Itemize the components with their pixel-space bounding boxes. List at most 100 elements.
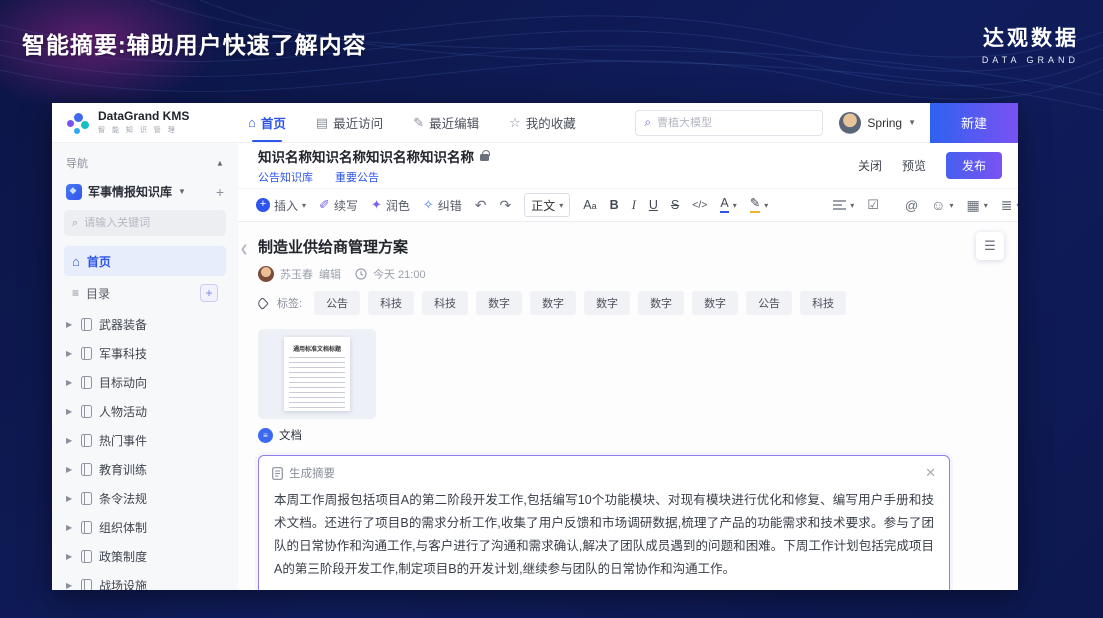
insert-menu-button[interactable]: + 插入 ▾ <box>256 197 306 214</box>
panel-collapse-handle[interactable]: ❮ <box>240 244 248 255</box>
expand-caret-icon[interactable]: ▶ <box>66 436 74 445</box>
ai-correct-button[interactable]: ✧ 纠错 <box>423 197 462 214</box>
home-icon: ⌂ <box>72 254 80 269</box>
close-button[interactable]: 关闭 <box>858 157 882 174</box>
ai-polish-button[interactable]: ✦ 润色 <box>371 197 410 214</box>
tree-item[interactable]: ▶ 教育训练 <box>64 455 226 484</box>
sidebar: 导航 ▼ 军事情报知识库 ▼ + ⌕ ⌂ 首页 ≡ <box>52 143 238 590</box>
align-button[interactable]: ▾ <box>833 199 854 211</box>
publish-button[interactable]: 发布 <box>946 152 1002 179</box>
doc-header: 知识名称知识名称知识名称知识名称 公告知识库重要公告 关闭 预览 发布 <box>238 143 1018 189</box>
doc-breadcrumb-links: 公告知识库 重要公告 <box>258 169 489 185</box>
expand-caret-icon[interactable]: ▶ <box>66 320 74 329</box>
bold-button[interactable]: B <box>610 198 619 212</box>
font-size-button[interactable]: Aa <box>583 198 596 212</box>
tree-item-label: 政策制度 <box>99 548 147 565</box>
global-search[interactable]: ⌕ <box>635 110 823 136</box>
expand-caret-icon[interactable]: ▶ <box>66 349 74 358</box>
strikethrough-button[interactable]: S <box>671 198 679 212</box>
tree-item[interactable]: ▶ 人物活动 <box>64 397 226 426</box>
book-icon <box>81 376 92 389</box>
more-tools-button[interactable]: ≣ ▾ <box>1001 197 1018 214</box>
table-button[interactable]: ▦ ▾ <box>966 197 987 214</box>
code-button[interactable]: </> <box>692 199 707 211</box>
expand-caret-icon[interactable]: ▶ <box>66 494 74 503</box>
sidebar-item-catalog[interactable]: ≡ 目录 + <box>64 278 226 308</box>
tree-item[interactable]: ▶ 目标动向 <box>64 368 226 397</box>
chevron-down-icon: ▾ <box>302 201 306 210</box>
italic-button[interactable]: I <box>632 198 636 213</box>
tree-item-label: 战场设施 <box>99 577 147 590</box>
task-checkbox-icon[interactable]: ☑ <box>867 197 879 213</box>
underline-button[interactable]: U <box>649 198 658 212</box>
new-button[interactable]: 新建 <box>930 103 1018 143</box>
ai-continue-button[interactable]: ✐ 续写 <box>319 197 358 214</box>
tag-chip[interactable]: 公告 <box>314 291 360 315</box>
chevron-down-icon: ▾ <box>1016 201 1018 210</box>
correct-label: 纠错 <box>438 197 462 214</box>
nav-item[interactable]: ☆ 我的收藏 <box>509 103 576 142</box>
add-knowledge-base-button[interactable]: + <box>216 184 224 200</box>
tag-chip[interactable]: 数字 <box>476 291 522 315</box>
tree-item[interactable]: ▶ 条令法规 <box>64 484 226 513</box>
expand-caret-icon[interactable]: ▶ <box>66 407 74 416</box>
nav-item[interactable]: ⌂ 首页 <box>248 103 286 142</box>
chevron-down-icon: ▾ <box>559 201 563 210</box>
sidebar-item-home[interactable]: ⌂ 首页 <box>64 246 226 276</box>
tag-list: 公告科技科技数字数字数字数字数字公告科技 <box>314 291 846 315</box>
tag-chip[interactable]: 数字 <box>638 291 684 315</box>
catalog-tree: ▶ 武器装备 ▶ 军事科技 ▶ <box>64 310 226 590</box>
undo-button[interactable]: ↶ <box>475 197 487 214</box>
nav-item[interactable]: ✎ 最近编辑 <box>413 103 479 142</box>
tree-item[interactable]: ▶ 武器装备 <box>64 310 226 339</box>
book-icon <box>81 318 92 331</box>
preview-button[interactable]: 预览 <box>902 157 926 174</box>
sidebar-search[interactable]: ⌕ <box>64 210 226 236</box>
attachment-thumbnail[interactable]: 通用标准文档标题 <box>258 329 376 419</box>
editor-area[interactable]: ❮ ☰ 制造业供给商管理方案 苏玉春 编辑 今天 21:00 <box>238 222 1018 590</box>
emoji-button[interactable]: ☺ ▾ <box>931 197 953 213</box>
user-menu[interactable]: Spring ▼ <box>839 112 916 134</box>
expand-caret-icon[interactable]: ▶ <box>66 523 74 532</box>
redo-button[interactable]: ↷ <box>500 197 512 214</box>
tag-chip[interactable]: 数字 <box>530 291 576 315</box>
font-color-button[interactable]: A ▾ <box>720 197 736 214</box>
tag-chip[interactable]: 数字 <box>584 291 630 315</box>
tree-item[interactable]: ▶ 热门事件 <box>64 426 226 455</box>
expand-caret-icon[interactable]: ▶ <box>66 465 74 474</box>
add-catalog-button[interactable]: + <box>200 284 218 302</box>
plus-circle-icon: + <box>256 198 270 212</box>
sidebar-search-input[interactable] <box>84 217 204 229</box>
sidebar-catalog-label: 目录 <box>86 285 110 302</box>
tag-chip[interactable]: 公告 <box>746 291 792 315</box>
tag-chip[interactable]: 科技 <box>368 291 414 315</box>
author-action: 编辑 <box>319 266 341 282</box>
tree-item[interactable]: ▶ 军事科技 <box>64 339 226 368</box>
outline-toggle-button[interactable]: ☰ <box>976 232 1004 260</box>
tree-item[interactable]: ▶ 战场设施 <box>64 571 226 590</box>
search-icon: ⌕ <box>72 217 78 230</box>
tree-item[interactable]: ▶ 组织体制 <box>64 513 226 542</box>
paragraph-style-select[interactable]: 正文 ▾ <box>524 193 570 217</box>
doc-link[interactable]: 公告知识库 <box>258 169 313 185</box>
book-icon <box>81 463 92 476</box>
nav-item[interactable]: ▤ 最近访问 <box>316 103 383 142</box>
tag-chip[interactable]: 数字 <box>692 291 738 315</box>
highlight-button[interactable]: ✎ ▾ <box>750 197 769 214</box>
collapse-chevron-icon[interactable]: ▼ <box>216 159 224 168</box>
magic-pen-icon: ✐ <box>319 197 330 213</box>
mention-icon[interactable]: @ <box>905 198 918 213</box>
expand-caret-icon[interactable]: ▶ <box>66 378 74 387</box>
global-search-input[interactable] <box>657 117 797 129</box>
expand-caret-icon[interactable]: ▶ <box>66 552 74 561</box>
tag-chip[interactable]: 科技 <box>422 291 468 315</box>
tag-chip[interactable]: 科技 <box>800 291 846 315</box>
user-name: Spring <box>867 116 902 130</box>
knowledge-base-selector[interactable]: 军事情报知识库 ▼ + <box>64 181 226 210</box>
topbar: DataGrand KMS 智 能 知 识 管 理 ⌂ 首页 ▤ 最近访问 <box>52 103 1018 143</box>
doc-link[interactable]: 重要公告 <box>335 169 379 185</box>
expand-caret-icon[interactable]: ▶ <box>66 581 74 590</box>
document-preview: 通用标准文档标题 <box>284 337 350 411</box>
tree-item[interactable]: ▶ 政策制度 <box>64 542 226 571</box>
close-icon[interactable]: ✕ <box>925 465 936 481</box>
